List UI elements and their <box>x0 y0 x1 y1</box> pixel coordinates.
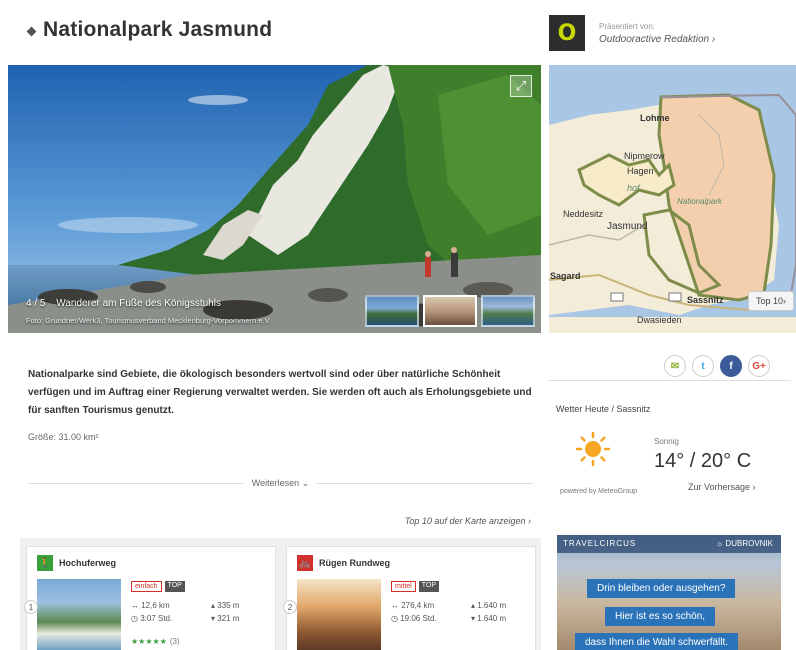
facebook-icon: f <box>729 360 733 372</box>
expand-icon: ⤢ <box>515 78 527 93</box>
ascent: ▴ 1.640 m <box>471 601 507 610</box>
share-mail-button[interactable]: ✉ <box>664 355 686 377</box>
weather-temperature: 14° / 20° C <box>654 450 752 472</box>
thumbnail-active[interactable] <box>423 295 477 327</box>
tour-stats: ↔ 276,4 km ▴ 1.640 m ◷ 19:06 Std. ▾ 1.64… <box>391 601 521 623</box>
card-number: 2 <box>283 600 297 614</box>
thumbnail-strip <box>365 295 535 327</box>
read-more-link[interactable]: Weiterlesen ⌄ <box>252 478 309 489</box>
divider <box>28 483 244 484</box>
distance: ↔ 276,4 km <box>391 601 435 610</box>
thumbnail[interactable] <box>481 295 535 327</box>
presented-by-label: Präsentiert von: <box>599 21 656 31</box>
tour-stats: ↔ 12,6 km ▴ 335 m ◷ 3:07 Std. ▾ 321 m <box>131 601 261 623</box>
divider <box>317 483 533 484</box>
page-title: Nationalpark Jasmund <box>43 18 273 41</box>
tour-image[interactable] <box>37 579 121 650</box>
map-label-lohme: Lohme <box>640 113 670 123</box>
tour-image[interactable] <box>297 579 381 650</box>
weather-powered-by[interactable]: powered by MeteoGroup <box>560 488 637 495</box>
map-label-nipmerow: Nipmerow <box>624 151 665 161</box>
map-label-nationalpark: Nationalpark <box>677 197 722 206</box>
top-badge: TOP <box>418 581 439 592</box>
share-buttons: ✉ t f G+ <box>664 355 770 377</box>
ascent: ▴ 335 m <box>211 601 240 610</box>
duration: ◷ 19:06 Std. <box>391 614 437 623</box>
tour-title[interactable]: Rügen Rundweg <box>319 558 390 568</box>
pin-icon <box>26 26 37 36</box>
page: Nationalpark Jasmund O Präsentiert von: … <box>0 0 796 650</box>
cycling-icon: 🚲 <box>297 555 313 571</box>
rating: ★★★★★ (3) <box>131 637 180 646</box>
read-more-row: Weiterlesen ⌄ <box>28 478 533 489</box>
description-text: Nationalparke sind Gebiete, die ökologis… <box>28 369 532 416</box>
photo-credit: Foto: Grundner/Werk3, Tourismusverband M… <box>26 316 271 325</box>
ad-destination: ☼ DUBROVNIK <box>715 539 773 548</box>
twitter-icon: t <box>701 360 705 372</box>
ad-text: Drin bleiben oder ausgehen? <box>587 579 736 598</box>
tour-card[interactable]: 🚶 Hochuferweg einfach TOP ↔ 12,6 km ▴ 33… <box>26 546 276 650</box>
descent: ▾ 1.640 m <box>471 614 507 623</box>
map-label-sagard: Sagard <box>550 271 581 281</box>
outdooractive-logo: O <box>549 15 585 51</box>
ad-brand: TRAVELCIRCUS <box>563 539 637 548</box>
difficulty-badge: einfach <box>131 581 162 592</box>
distance: ↔ 12,6 km <box>131 601 170 610</box>
share-google-button[interactable]: G+ <box>748 355 770 377</box>
share-facebook-button[interactable]: f <box>720 355 742 377</box>
hero-gallery[interactable]: ⤢ 4 / 5 Wanderer am Fuße des Königsstuhl… <box>8 65 541 333</box>
mail-icon: ✉ <box>670 360 680 372</box>
forecast-link[interactable]: Zur Vorhersage › <box>688 482 756 492</box>
share-twitter-button[interactable]: t <box>692 355 714 377</box>
duration: ◷ 3:07 Std. <box>131 614 173 623</box>
descent: ▾ 321 m <box>211 614 240 623</box>
photo-counter: 4 / 5 <box>26 298 46 309</box>
divider <box>549 380 791 381</box>
map-label-hof: hof <box>627 183 640 193</box>
map-label-dwasieden: Dwasieden <box>637 315 682 325</box>
ad-text: Hier ist es so schön, <box>605 607 716 626</box>
difficulty-badge: mittel <box>391 581 416 592</box>
thumbnail[interactable] <box>365 295 419 327</box>
tour-card[interactable]: 🚲 Rügen Rundweg mittel TOP ↔ 276,4 km ▴ … <box>286 546 536 650</box>
fullscreen-button[interactable]: ⤢ <box>510 75 532 97</box>
top10-map-link[interactable]: Top 10 auf der Karte anzeigen › <box>405 516 531 526</box>
top-badge: TOP <box>164 581 185 592</box>
advertisement[interactable]: TRAVELCIRCUS ☼ DUBROVNIK Drin bleiben od… <box>557 535 781 650</box>
google-plus-icon: G+ <box>752 360 766 372</box>
rating-count: (3) <box>169 637 180 646</box>
card-number: 1 <box>24 600 38 614</box>
tour-carousel: 🚶 Hochuferweg einfach TOP ↔ 12,6 km ▴ 33… <box>20 538 541 650</box>
map[interactable]: Lohme Nipmerow Hagen hof Nationalpark Ne… <box>549 65 796 333</box>
area-size: Größe: 31.00 km² <box>28 432 99 442</box>
presenter-link[interactable]: Outdooractive Redaktion › <box>599 34 715 45</box>
weather-title: Wetter Heute / Sassnitz <box>556 404 651 414</box>
map-top10-button[interactable]: Top 10› <box>747 291 794 311</box>
map-label-hagen: Hagen <box>627 166 654 176</box>
tour-title[interactable]: Hochuferweg <box>59 558 116 568</box>
sun-icon <box>576 432 610 466</box>
title-row: Nationalpark Jasmund <box>26 18 273 42</box>
hiking-icon: 🚶 <box>37 555 53 571</box>
hero-photo <box>8 65 541 333</box>
map-label-neddesitz: Neddesitz <box>563 209 604 219</box>
photo-caption-text: Wanderer am Fuße des Königsstuhls <box>56 298 221 309</box>
map-label-sassnitz: Sassnitz <box>687 295 724 305</box>
photo-caption: 4 / 5 Wanderer am Fuße des Königsstuhls <box>26 298 221 309</box>
rating-stars: ★★★★★ <box>131 637 167 646</box>
map-label-jasmund: Jasmund <box>607 221 648 232</box>
presenter[interactable]: O Präsentiert von: Outdooractive Redakti… <box>549 15 715 51</box>
ad-text: dass Ihnen die Wahl schwerfällt. <box>575 633 739 650</box>
weather-condition: Sonnig <box>654 437 679 446</box>
